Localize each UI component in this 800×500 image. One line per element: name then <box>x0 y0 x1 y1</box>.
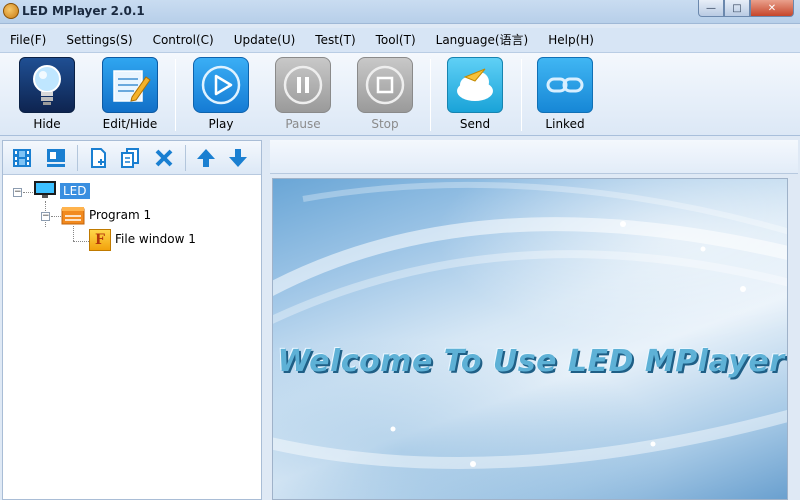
menu-update[interactable]: Update(U) <box>224 28 306 52</box>
preview-panel: Welcome To Use LED MPlayer <box>270 140 798 500</box>
new-page-icon[interactable] <box>87 147 109 169</box>
menu-control[interactable]: Control(C) <box>143 28 224 52</box>
toolbar-separator <box>521 59 522 131</box>
tree-connector <box>73 226 74 241</box>
program-tree-panel: − LED − Program 1 F File window 1 <box>2 140 262 500</box>
hide-button[interactable]: Hide <box>12 57 82 135</box>
pause-button: Pause <box>268 57 338 135</box>
stop-icon <box>357 57 413 113</box>
program-icon <box>61 206 85 226</box>
delete-icon[interactable] <box>153 147 175 169</box>
tree-connector <box>73 241 89 242</box>
edit-hide-label: Edit/Hide <box>102 117 158 131</box>
tree-node-led[interactable]: LED <box>60 183 90 199</box>
copy-pages-icon[interactable] <box>119 147 141 169</box>
tree-toolbar-separator <box>77 145 78 171</box>
send-button[interactable]: Send <box>440 57 510 135</box>
menu-help[interactable]: Help(H) <box>538 28 604 52</box>
collapse-program-expander[interactable]: − <box>41 212 50 221</box>
menu-settings[interactable]: Settings(S) <box>56 28 142 52</box>
file-window-icon: F <box>89 229 111 251</box>
tree-node-program-1[interactable]: Program 1 <box>89 208 151 222</box>
title-bar: LED MPlayer 2.0.1 — □ ✕ <box>0 0 800 24</box>
pause-icon <box>275 57 331 113</box>
welcome-message: Welcome To Use LED MPlayer <box>277 344 785 379</box>
chain-link-icon <box>537 57 593 113</box>
program-tree: − LED − Program 1 F File window 1 <box>3 175 261 495</box>
welcome-preview: Welcome To Use LED MPlayer <box>272 178 788 500</box>
pause-label: Pause <box>285 117 321 131</box>
main-toolbar: Hide Edit/Hide Play Pause Stop Send Link… <box>0 52 800 136</box>
send-label: Send <box>459 117 491 131</box>
tree-toolbar <box>3 141 261 175</box>
maximize-button[interactable]: □ <box>724 0 750 17</box>
tree-connector <box>51 216 61 217</box>
move-down-icon[interactable] <box>227 147 249 169</box>
toolbar-separator <box>430 59 431 131</box>
toolbar-separator <box>175 59 176 131</box>
play-label: Play <box>208 117 234 131</box>
film-strip-icon[interactable] <box>11 147 33 169</box>
edit-hide-button[interactable]: Edit/Hide <box>95 57 165 135</box>
stop-button: Stop <box>350 57 420 135</box>
led-screen-icon <box>33 180 57 200</box>
menu-test[interactable]: Test(T) <box>305 28 365 52</box>
collapse-led-expander[interactable]: − <box>13 188 22 197</box>
play-button[interactable]: Play <box>186 57 256 135</box>
window-title: LED MPlayer 2.0.1 <box>22 4 145 18</box>
move-up-icon[interactable] <box>195 147 217 169</box>
stop-label: Stop <box>371 117 399 131</box>
linked-button[interactable]: Linked <box>530 57 600 135</box>
edit-notepad-icon <box>102 57 158 113</box>
menu-tool[interactable]: Tool(T) <box>366 28 426 52</box>
menu-file[interactable]: File(F) <box>0 28 56 52</box>
lightbulb-icon <box>19 57 75 113</box>
tree-node-file-window-1[interactable]: File window 1 <box>115 232 196 246</box>
menu-language[interactable]: Language(语言) <box>426 28 539 52</box>
tree-toolbar-separator <box>185 145 186 171</box>
menu-bar: File(F) Settings(S) Control(C) Update(U)… <box>0 28 800 52</box>
window-controls: — □ ✕ <box>698 0 794 18</box>
app-logo-icon <box>3 3 19 19</box>
hide-label: Hide <box>33 117 61 131</box>
tree-connector <box>23 192 33 193</box>
close-button[interactable]: ✕ <box>750 0 794 17</box>
linked-label: Linked <box>545 117 585 131</box>
decorative-swirl-background <box>273 181 787 469</box>
play-icon <box>193 57 249 113</box>
preview-top-strip <box>270 140 798 174</box>
window-layout-icon[interactable] <box>45 147 67 169</box>
minimize-button[interactable]: — <box>698 0 724 17</box>
cloud-send-icon <box>447 57 503 113</box>
